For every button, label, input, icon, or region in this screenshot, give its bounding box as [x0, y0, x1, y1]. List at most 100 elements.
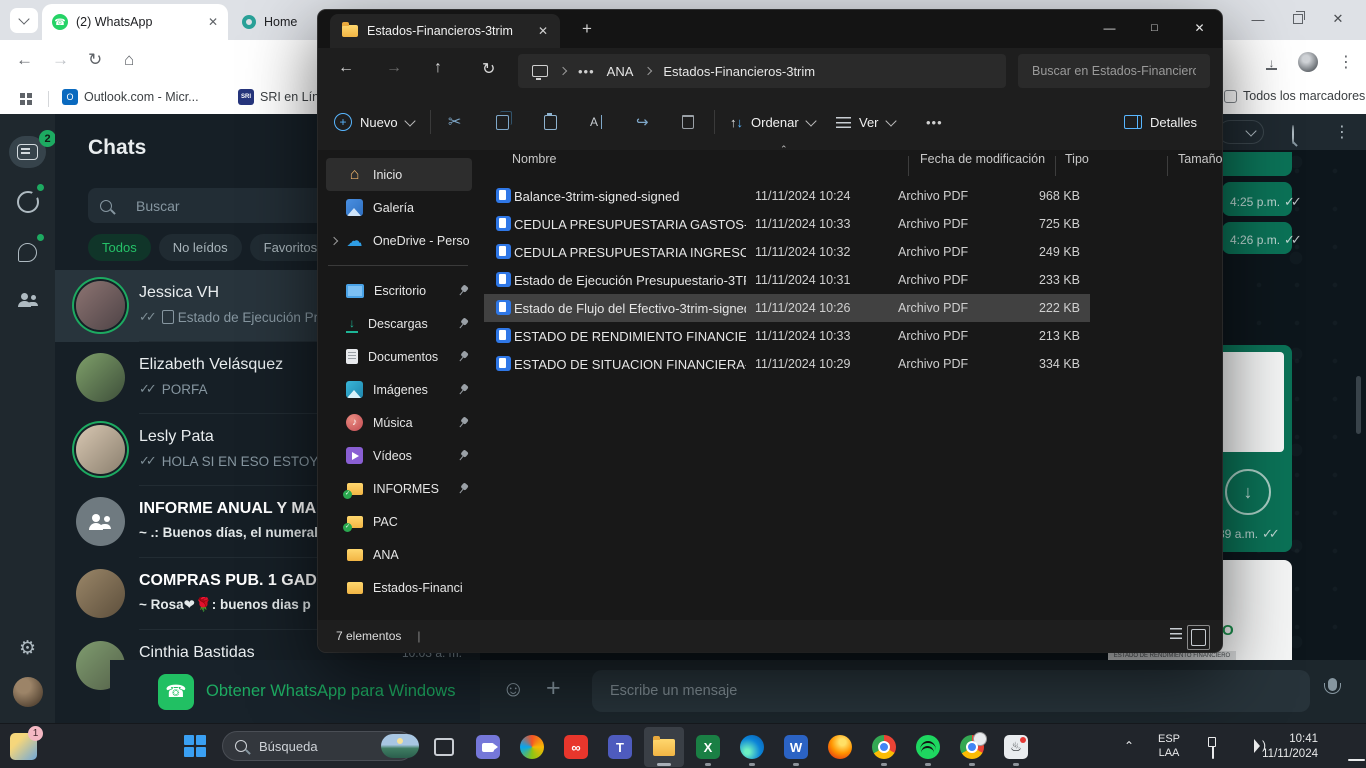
- rail-communities-button[interactable]: [9, 284, 46, 316]
- taskbar-search-input[interactable]: [257, 738, 371, 755]
- rename-button[interactable]: A: [590, 94, 602, 150]
- sidebar-item-ana[interactable]: ANA: [326, 538, 472, 571]
- up-icon[interactable]: ↑: [434, 59, 442, 77]
- column-header-name[interactable]: Nombre: [512, 152, 556, 178]
- sidebar-item-inicio[interactable]: Inicio: [326, 158, 472, 191]
- close-button[interactable]: ✕: [1318, 4, 1358, 34]
- file-row[interactable]: CEDULA PRESUPUESTARIA INGRESO-3TRI...11/…: [480, 238, 1222, 266]
- maximize-button[interactable]: □: [1132, 10, 1177, 46]
- sidebar-item-m-sica[interactable]: Música: [326, 406, 472, 439]
- get-whatsapp-banner[interactable]: ☎ Obtener WhatsApp para Windows: [110, 660, 535, 723]
- column-header-type[interactable]: Tipo: [1065, 152, 1089, 178]
- sidebar-item-galer-a[interactable]: Galería: [326, 191, 472, 224]
- file-row[interactable]: Estado de Ejecución Presupuestario-3TRI.…: [480, 266, 1222, 294]
- back-icon[interactable]: ←: [338, 59, 354, 77]
- attach-icon[interactable]: +: [546, 674, 561, 703]
- taskbar-app-java[interactable]: ♨: [996, 727, 1036, 767]
- sidebar-item-descargas[interactable]: Descargas: [326, 307, 472, 340]
- taskbar-app-edge[interactable]: [732, 727, 772, 767]
- sidebar-item-v-deos[interactable]: Vídeos: [326, 439, 472, 472]
- browser-tab-whatsapp[interactable]: ☎ (2) WhatsApp ✕: [42, 4, 228, 40]
- breadcrumb-ellipsis[interactable]: •••: [578, 64, 595, 79]
- new-tab-icon[interactable]: +: [582, 19, 592, 39]
- filter-chip[interactable]: Todos: [88, 234, 151, 261]
- column-divider[interactable]: [1167, 156, 1168, 176]
- sidebar-item-documentos[interactable]: Documentos: [326, 340, 472, 373]
- rail-status-button[interactable]: [9, 186, 46, 218]
- file-row[interactable]: Estado de Flujo del Efectivo-3trim-signe…: [480, 294, 1222, 322]
- sidebar-item-escritorio[interactable]: Escritorio: [326, 274, 472, 307]
- forward-icon[interactable]: →: [52, 50, 69, 70]
- microphone-icon[interactable]: [1328, 678, 1337, 691]
- breadcrumb-item[interactable]: ANA: [607, 64, 634, 79]
- delete-button[interactable]: [682, 94, 694, 150]
- close-tab-icon[interactable]: ✕: [538, 24, 548, 38]
- view-button[interactable]: Ver: [836, 94, 895, 150]
- file-row[interactable]: Balance-3trim-signed-signed11/11/2024 10…: [480, 182, 1222, 210]
- close-button[interactable]: ✕: [1177, 10, 1222, 46]
- file-row[interactable]: ESTADO DE RENDIMIENTO FINANCIERO-...11/1…: [480, 322, 1222, 350]
- large-icons-view-toggle[interactable]: [1187, 625, 1210, 650]
- taskbar-search[interactable]: [222, 731, 414, 761]
- message-input[interactable]: [608, 682, 1212, 700]
- forward-icon[interactable]: →: [386, 59, 402, 77]
- rail-channels-button[interactable]: [9, 236, 46, 268]
- details-view-toggle[interactable]: [1170, 628, 1182, 639]
- breadcrumb[interactable]: ••• ANA Estados-Financieros-3trim: [518, 54, 1006, 88]
- minimize-button[interactable]: —: [1087, 10, 1132, 46]
- minimize-button[interactable]: —: [1238, 4, 1278, 34]
- language-indicator[interactable]: ESPLAA: [1158, 733, 1180, 761]
- new-button[interactable]: + Nuevo: [334, 94, 414, 150]
- explorer-tab[interactable]: Estados-Financieros-3trim ✕: [330, 14, 560, 48]
- apps-grid-icon[interactable]: [20, 93, 32, 105]
- clock[interactable]: 10:41 11/11/2024: [1262, 732, 1318, 762]
- message-input-pill[interactable]: [592, 670, 1310, 712]
- rail-profile-button[interactable]: [9, 676, 46, 708]
- column-divider[interactable]: [1055, 156, 1056, 176]
- tray-chevron-icon[interactable]: ⌃: [1124, 739, 1134, 753]
- taskbar-app-chrome[interactable]: [864, 727, 904, 767]
- close-tab-icon[interactable]: ✕: [208, 15, 218, 29]
- browser-menu-icon[interactable]: ⋮: [1338, 52, 1354, 72]
- all-bookmarks-button[interactable]: Todos los marcadores: [1224, 89, 1365, 103]
- start-button[interactable]: [184, 735, 206, 757]
- taskbar-app-teams[interactable]: T: [600, 727, 640, 767]
- breadcrumb-item[interactable]: Estados-Financieros-3trim: [663, 64, 815, 79]
- call-button[interactable]: [1218, 120, 1264, 144]
- download-icon[interactable]: ↓: [1225, 469, 1271, 515]
- taskbar-app-acrobat[interactable]: ∞: [556, 727, 596, 767]
- taskbar-app-word[interactable]: W: [776, 727, 816, 767]
- conversation-search-icon[interactable]: [1292, 125, 1294, 144]
- profile-avatar[interactable]: [1298, 52, 1318, 72]
- filter-chip[interactable]: No leídos: [159, 234, 242, 261]
- taskbar-app-chat[interactable]: [468, 727, 508, 767]
- rail-settings-button[interactable]: ⚙: [9, 632, 46, 664]
- network-icon[interactable]: [1212, 740, 1214, 759]
- refresh-icon[interactable]: ↻: [482, 59, 495, 79]
- sort-button[interactable]: ↑↓ Ordenar: [730, 94, 815, 150]
- column-header-size[interactable]: Tamaño: [1178, 152, 1222, 178]
- emoji-icon[interactable]: ☺: [502, 676, 524, 702]
- sidebar-item-pac[interactable]: PAC: [326, 505, 472, 538]
- scrollbar-thumb[interactable]: [1356, 376, 1361, 434]
- sidebar-item-onedrive-perso[interactable]: OneDrive - Perso: [326, 224, 472, 257]
- file-row[interactable]: ESTADO DE SITUACION FINANCIERA-3tri...11…: [480, 350, 1222, 378]
- refresh-icon[interactable]: ↻: [88, 50, 102, 70]
- taskbar-app-chrome-profile[interactable]: [952, 727, 992, 767]
- more-options-button[interactable]: •••: [926, 94, 943, 150]
- explorer-search-input[interactable]: [1030, 63, 1198, 79]
- taskbar-app-spotify[interactable]: [908, 727, 948, 767]
- back-icon[interactable]: ←: [16, 50, 33, 70]
- taskbar-app-copilot[interactable]: [512, 727, 552, 767]
- bookmark-outlook[interactable]: O Outlook.com - Micr...: [62, 89, 199, 105]
- downloads-icon[interactable]: ↓: [1266, 54, 1277, 72]
- sidebar-item-estados-financi[interactable]: Estados-Financi: [326, 571, 472, 604]
- conversation-menu-icon[interactable]: ⋮: [1334, 122, 1350, 142]
- cut-button[interactable]: ✂: [448, 94, 461, 150]
- sidebar-item-im-genes[interactable]: Imágenes: [326, 373, 472, 406]
- home-icon[interactable]: ⌂: [124, 50, 134, 70]
- paste-button[interactable]: [544, 94, 557, 150]
- taskbar-app-firefox[interactable]: [820, 727, 860, 767]
- share-button[interactable]: ↪: [636, 94, 649, 150]
- details-pane-button[interactable]: Detalles: [1124, 94, 1197, 150]
